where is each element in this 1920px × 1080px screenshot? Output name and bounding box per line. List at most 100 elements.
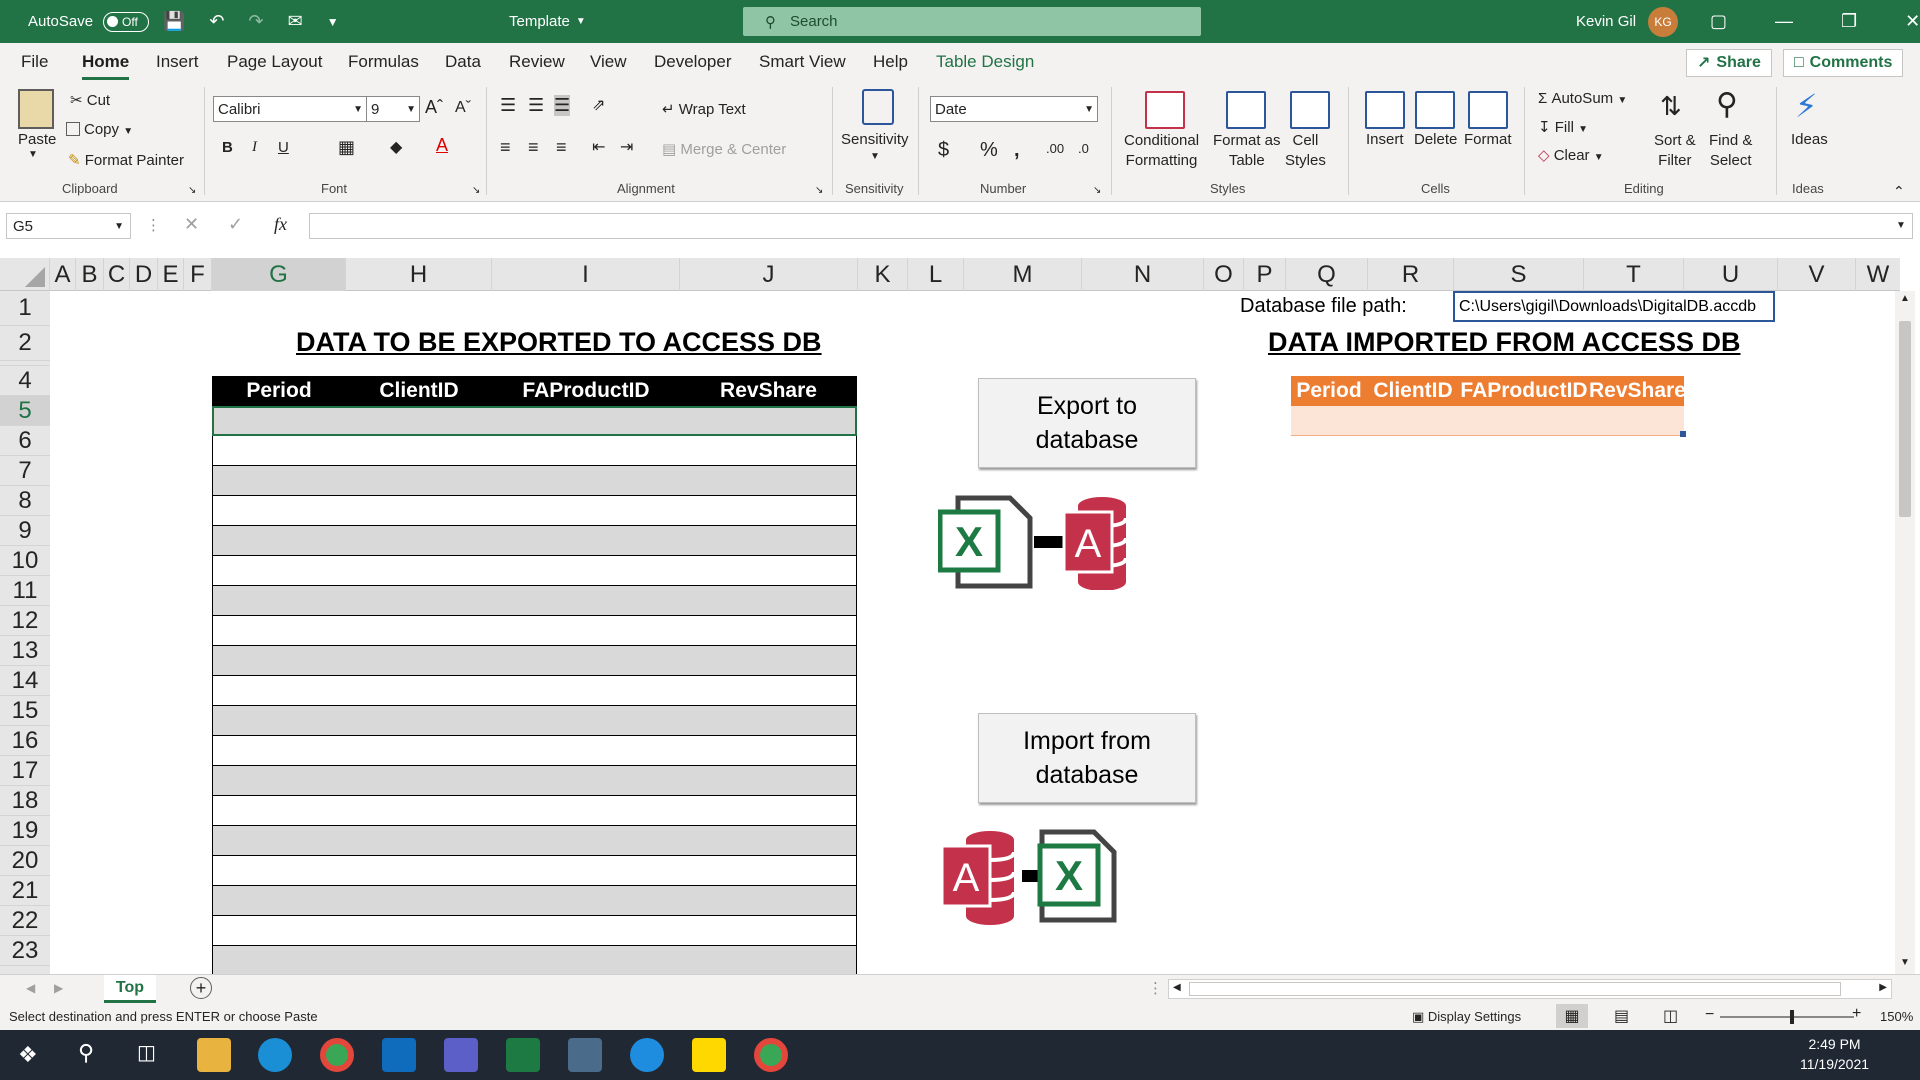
column-header-j[interactable]: J	[680, 258, 858, 291]
horizontal-scrollbar[interactable]: ◀ ▶	[1168, 979, 1892, 999]
font-name-select[interactable]: Calibri ▼	[213, 96, 367, 122]
column-header-w[interactable]: W	[1856, 258, 1900, 291]
table-resize-handle[interactable]	[1680, 431, 1686, 437]
user-name[interactable]: Kevin Gil	[1576, 13, 1636, 30]
zoom-in-icon[interactable]: +	[1852, 1005, 1861, 1023]
magnifier-icon[interactable]: ⚲	[1716, 87, 1738, 122]
format-as-table-icon[interactable]	[1226, 91, 1266, 129]
export-header-revshare[interactable]: RevShare	[680, 379, 857, 403]
row-header-8[interactable]: 8	[0, 486, 50, 516]
customize-qat-icon[interactable]: ▼	[327, 15, 339, 29]
percent-icon[interactable]: %	[980, 139, 998, 162]
table-row[interactable]	[212, 556, 857, 586]
vertical-scrollbar[interactable]: ▲ ▼	[1895, 291, 1915, 974]
tab-view[interactable]: View	[590, 52, 627, 72]
table-row[interactable]	[212, 736, 857, 766]
scroll-up-icon[interactable]: ▲	[1900, 293, 1910, 304]
table-row[interactable]	[212, 406, 857, 436]
dialog-launcher-icon[interactable]: ↘	[472, 185, 480, 196]
row-header-14[interactable]: 14	[0, 666, 50, 696]
column-header-m[interactable]: M	[964, 258, 1082, 291]
clear-button[interactable]: ◇ Clear ▼	[1538, 146, 1604, 164]
row-header-13[interactable]: 13	[0, 636, 50, 666]
format-cells-button[interactable]: Format	[1464, 131, 1512, 148]
row-header-6[interactable]: 6	[0, 426, 50, 456]
table-row[interactable]	[212, 646, 857, 676]
fill-button[interactable]: ↧ Fill ▼	[1538, 118, 1588, 136]
find-select-button[interactable]: Find & Select	[1709, 131, 1752, 171]
page-layout-view-icon[interactable]: ▤	[1614, 1006, 1629, 1026]
ideas-button[interactable]: Ideas	[1791, 131, 1828, 148]
table-row[interactable]	[212, 616, 857, 646]
tab-developer[interactable]: Developer	[654, 52, 732, 72]
row-header-1[interactable]: 1	[0, 291, 50, 326]
cell-styles-icon[interactable]	[1290, 91, 1330, 129]
export-header-faproductid[interactable]: FAProductID	[492, 379, 680, 403]
db-path-field[interactable]: C:\Users\gigil\Downloads\DigitalDB.accdb	[1453, 291, 1775, 322]
row-header-10[interactable]: 10	[0, 546, 50, 576]
middle-align-icon[interactable]: ☰	[528, 95, 544, 116]
currency-icon[interactable]: $	[938, 139, 949, 162]
scroll-left-icon[interactable]: ◀	[1173, 982, 1181, 993]
borders-icon[interactable]: ▦	[338, 137, 355, 158]
column-header-b[interactable]: B	[76, 258, 104, 291]
tab-table-design[interactable]: Table Design	[936, 52, 1034, 72]
sensitivity-button[interactable]: Sensitivity	[841, 131, 909, 148]
table-row[interactable]	[212, 496, 857, 526]
row-header-22[interactable]: 22	[0, 906, 50, 936]
page-break-view-icon[interactable]: ◫	[1663, 1006, 1678, 1026]
insert-cells-button[interactable]: Insert	[1366, 131, 1404, 148]
conditional-formatting-button[interactable]: Conditional Formatting	[1124, 131, 1199, 171]
table-row[interactable]	[212, 466, 857, 496]
horizontal-scroll-thumb[interactable]	[1189, 982, 1841, 996]
autosave-toggle[interactable]: Off	[103, 11, 150, 32]
row-header-12[interactable]: 12	[0, 606, 50, 636]
import-header-clientid[interactable]: ClientID	[1367, 379, 1459, 403]
delete-cells-button[interactable]: Delete	[1414, 131, 1457, 148]
copy-button[interactable]: Copy ▼	[66, 121, 133, 138]
column-header-s[interactable]: S	[1454, 258, 1584, 291]
table-row[interactable]	[212, 886, 857, 916]
minimize-icon[interactable]: —	[1775, 11, 1793, 32]
row-header-20[interactable]: 20	[0, 846, 50, 876]
paste-button[interactable]: Paste	[18, 131, 56, 148]
insert-cells-icon[interactable]	[1365, 91, 1405, 129]
format-painter-button[interactable]: ✎ Format Painter	[68, 151, 184, 169]
undo-icon[interactable]: ↶	[209, 11, 224, 32]
close-icon[interactable]: ✕	[1905, 11, 1920, 32]
chevron-down-icon[interactable]: ▼	[870, 151, 880, 162]
insert-function-button[interactable]: fx	[274, 214, 287, 235]
increase-font-icon[interactable]: Aˆ	[425, 97, 443, 118]
conditional-formatting-icon[interactable]	[1145, 91, 1185, 129]
column-header-f[interactable]: F	[184, 258, 212, 291]
share-button[interactable]: ↗ Share	[1686, 49, 1772, 77]
dialog-launcher-icon[interactable]: ↘	[815, 185, 823, 196]
chrome-icon[interactable]	[320, 1038, 354, 1072]
table-row[interactable]	[212, 436, 857, 466]
import-header-period[interactable]: Period	[1291, 379, 1367, 403]
dialog-launcher-icon[interactable]: ↘	[1093, 185, 1101, 196]
column-header-i[interactable]: I	[492, 258, 680, 291]
table-row[interactable]	[212, 856, 857, 886]
column-header-c[interactable]: C	[104, 258, 130, 291]
cancel-icon[interactable]: ✕	[184, 214, 199, 235]
dialog-launcher-icon[interactable]: ↘	[188, 185, 196, 196]
table-row[interactable]	[212, 796, 857, 826]
worksheet-grid[interactable]: DATA TO BE EXPORTED TO ACCESS DB Period …	[50, 291, 1895, 974]
tab-home[interactable]: Home	[82, 52, 130, 80]
import-header-revshare[interactable]: RevShare	[1589, 379, 1686, 403]
collapse-ribbon-icon[interactable]: ⌃	[1893, 183, 1905, 200]
tab-smart-view[interactable]: Smart View	[759, 52, 846, 72]
zoom-level[interactable]: 150%	[1880, 1009, 1913, 1024]
row-header-19[interactable]: 19	[0, 816, 50, 846]
redo-icon[interactable]: ↷	[249, 11, 264, 32]
format-cells-icon[interactable]	[1468, 91, 1508, 129]
sort-filter-button[interactable]: Sort & Filter	[1654, 131, 1696, 171]
export-header-period[interactable]: Period	[212, 379, 346, 403]
calculator-icon[interactable]	[568, 1038, 602, 1072]
enter-icon[interactable]: ✓	[228, 214, 243, 235]
row-header-5[interactable]: 5	[0, 396, 50, 426]
column-header-q[interactable]: Q	[1286, 258, 1368, 291]
merge-center-button[interactable]: ▤ Merge & Center	[662, 140, 786, 158]
ribbon-display-icon[interactable]: ▢	[1710, 11, 1727, 32]
